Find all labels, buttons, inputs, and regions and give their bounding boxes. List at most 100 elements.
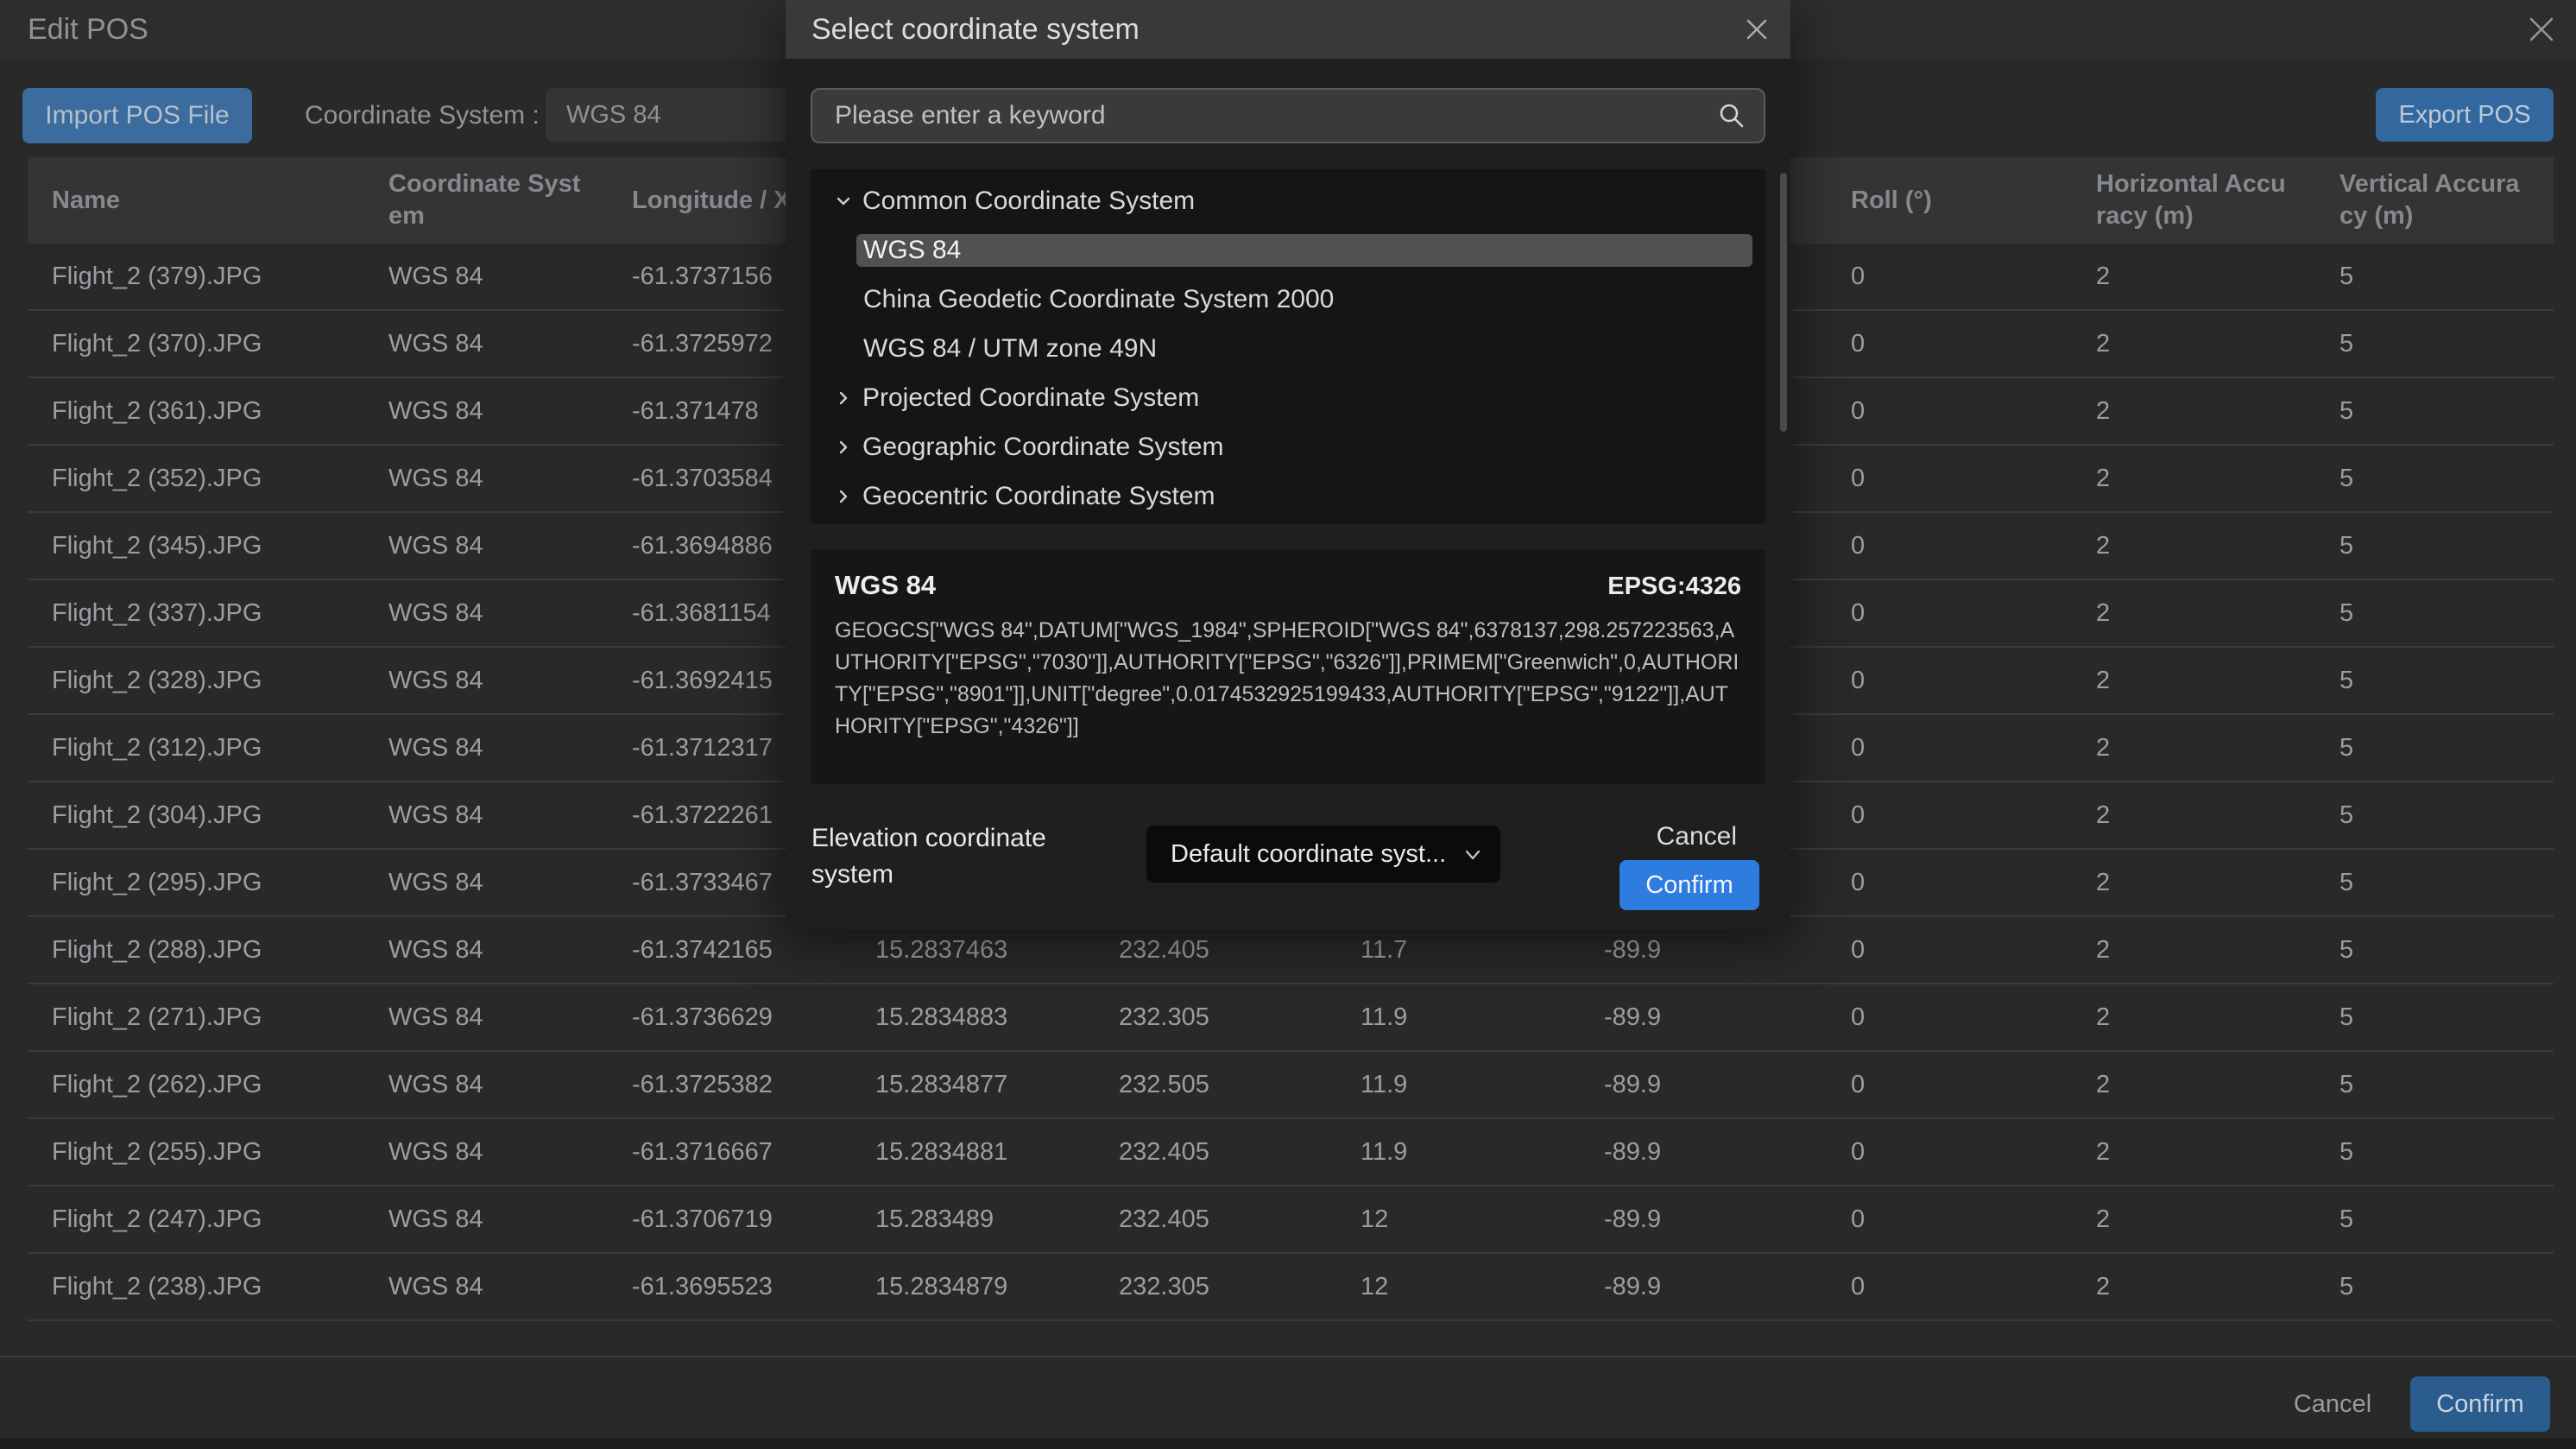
tree-item-label: WGS 84 / UTM zone 49N [863,334,1157,364]
table-row[interactable]: Flight_2 (262).JPGWGS 84-61.372538215.28… [28,1052,2554,1119]
dialog-confirm-button[interactable]: Confirm [1619,860,1759,910]
tree-group-projected[interactable]: Projected Coordinate System [811,373,1765,422]
page-title: Edit POS [28,0,148,59]
confirm-button[interactable]: Confirm [2410,1376,2550,1432]
table-cell: 2 [2072,850,2315,915]
table-cell: 12 [1336,1186,1580,1252]
table-cell: WGS 84 [364,782,608,848]
tree-group-label: Geocentric Coordinate System [862,482,1215,511]
table-cell: 0 [1827,311,2072,376]
dialog-cancel-button[interactable]: Cancel [1657,822,1737,851]
coordinate-system-value: WGS 84 [566,101,661,129]
tree-item-wgs84[interactable]: WGS 84 [811,225,1765,275]
table-cell: 232.305 [1095,984,1336,1050]
tree-group-label: Geographic Coordinate System [862,433,1224,462]
table-cell: -61.3695523 [608,1254,851,1319]
table-cell: 15.2834883 [851,984,1095,1050]
table-row[interactable]: Flight_2 (271).JPGWGS 84-61.373662915.28… [28,984,2554,1052]
table-cell: WGS 84 [364,850,608,915]
dialog-close-icon[interactable] [1744,16,1770,42]
elevation-coordinate-value: Default coordinate syst... [1171,826,1446,883]
table-cell: 232.305 [1095,1254,1336,1319]
tree-item-cgcs2000[interactable]: China Geodetic Coordinate System 2000 [811,275,1765,324]
table-cell: 5 [2315,850,2554,915]
table-cell: -61.3725382 [608,1052,851,1117]
table-cell: 0 [1827,850,2072,915]
column-header: Horizontal Accuracy (m) [2072,157,2315,244]
table-cell: Flight_2 (328).JPG [28,648,364,713]
search-placeholder: Please enter a keyword [835,90,1106,142]
table-cell: WGS 84 [364,1119,608,1185]
table-cell: -61.3706719 [608,1186,851,1252]
table-cell: 0 [1827,1254,2072,1319]
table-cell: 2 [2072,1186,2315,1252]
column-header: Name [28,157,364,244]
table-cell: 5 [2315,1186,2554,1252]
table-cell: 5 [2315,378,2554,444]
cancel-button[interactable]: Cancel [2263,1376,2402,1432]
coordinate-system-detail: WGS 84 EPSG:4326 GEOGCS["WGS 84",DATUM["… [811,549,1765,784]
column-header: Roll (°) [1827,157,2072,244]
import-pos-button[interactable]: Import POS File [22,88,252,143]
table-cell: 15.2834879 [851,1254,1095,1319]
table-cell: 232.505 [1095,1052,1336,1117]
table-cell: WGS 84 [364,715,608,781]
table-cell: 2 [2072,580,2315,646]
table-cell: 2 [2072,984,2315,1050]
table-cell: -89.9 [1580,1119,1827,1185]
table-cell: 0 [1827,648,2072,713]
tree-scrollbar[interactable] [1780,173,1787,432]
dialog-header: Select coordinate system [786,0,1790,59]
table-row[interactable]: Flight_2 (247).JPGWGS 84-61.370671915.28… [28,1186,2554,1254]
search-icon[interactable] [1717,101,1746,130]
table-row[interactable]: Flight_2 (238).JPGWGS 84-61.369552315.28… [28,1254,2554,1321]
tree-item-utm49n[interactable]: WGS 84 / UTM zone 49N [811,324,1765,373]
table-cell: 2 [2072,1052,2315,1117]
detail-name: WGS 84 [835,570,936,601]
table-cell: 5 [2315,782,2554,848]
table-cell: 2 [2072,1254,2315,1319]
tree-group-geographic[interactable]: Geographic Coordinate System [811,422,1765,471]
table-cell: 0 [1827,513,2072,579]
tree-group-common[interactable]: Common Coordinate System [811,176,1765,225]
table-cell: WGS 84 [364,1186,608,1252]
close-icon[interactable] [2526,14,2557,45]
export-pos-button[interactable]: Export POS [2376,88,2554,142]
table-cell: WGS 84 [364,648,608,713]
bottom-strip [0,1439,2576,1449]
table-cell: Flight_2 (295).JPG [28,850,364,915]
detail-wkt-text: GEOGCS["WGS 84",DATUM["WGS_1984",SPHEROI… [835,615,1741,743]
table-cell: 0 [1827,378,2072,444]
tree-group-geocentric[interactable]: Geocentric Coordinate System [811,471,1765,521]
table-cell: 0 [1827,446,2072,511]
coordinate-system-label: Coordinate System : [305,88,540,143]
table-row[interactable]: Flight_2 (255).JPGWGS 84-61.371666715.28… [28,1119,2554,1186]
table-cell: WGS 84 [364,917,608,983]
table-cell: 0 [1827,580,2072,646]
column-header: Coordinate System [364,157,608,244]
detail-epsg-code: EPSG:4326 [1607,573,1741,601]
table-cell: 0 [1827,715,2072,781]
chevron-down-icon [1462,845,1483,865]
tree-group-label: Common Coordinate System [862,187,1195,216]
table-cell: Flight_2 (271).JPG [28,984,364,1050]
table-cell: 2 [2072,311,2315,376]
table-cell: 11.9 [1336,1052,1580,1117]
table-cell: 2 [2072,1119,2315,1185]
search-input[interactable]: Please enter a keyword [811,88,1765,143]
table-cell: WGS 84 [364,1052,608,1117]
select-coordinate-system-dialog: Select coordinate system Please enter a … [786,0,1790,929]
table-cell: 2 [2072,446,2315,511]
footer-divider [0,1356,2576,1357]
table-cell: 5 [2315,648,2554,713]
table-cell: Flight_2 (337).JPG [28,580,364,646]
table-cell: Flight_2 (238).JPG [28,1254,364,1319]
table-cell: WGS 84 [364,446,608,511]
table-cell: 5 [2315,311,2554,376]
table-cell: 5 [2315,1052,2554,1117]
table-cell: 5 [2315,446,2554,511]
table-cell: 0 [1827,1186,2072,1252]
table-cell: 5 [2315,984,2554,1050]
table-cell: WGS 84 [364,984,608,1050]
elevation-coordinate-select[interactable]: Default coordinate syst... [1146,826,1500,883]
